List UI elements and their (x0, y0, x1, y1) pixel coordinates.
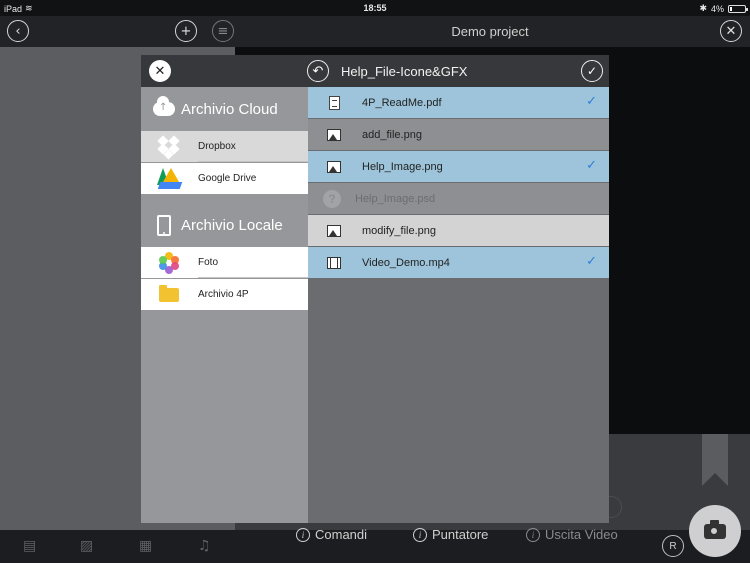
image-icon (327, 160, 341, 174)
file-name: Video_Demo.mp4 (362, 256, 450, 269)
source-label: Dropbox (198, 141, 236, 152)
info-icon: i (526, 527, 540, 542)
file-row[interactable]: ? Help_Image.psd (308, 183, 609, 214)
back-folder-button[interactable]: ↶ (307, 60, 329, 82)
source-foto[interactable]: Foto (141, 247, 308, 278)
uscita-video-button[interactable]: i Uscita Video (526, 527, 618, 542)
source-label: Archivio 4P (198, 289, 249, 300)
source-label: Google Drive (198, 173, 257, 184)
divider (198, 277, 308, 278)
list-icon: ≡ (217, 23, 229, 39)
section-cloud: ↑ Archivio Cloud (141, 87, 308, 131)
puntatore-label: Puntatore (432, 527, 489, 542)
music-tab-icon[interactable]: ♫ (198, 538, 211, 554)
source-label: Foto (198, 257, 219, 268)
unknown-file-icon: ? (323, 189, 341, 208)
camera-button[interactable] (689, 505, 741, 557)
photos-icon (155, 251, 183, 274)
file-row[interactable]: Help_Image.png ✓ (308, 151, 609, 182)
battery-icon (728, 4, 748, 13)
source-dropbox[interactable]: Dropbox (141, 131, 308, 162)
section-label: Archivio Locale (181, 216, 283, 234)
project-title: Demo project (451, 24, 529, 39)
folder-icon (155, 284, 183, 306)
section-label: Archivio Cloud (181, 100, 278, 118)
section-local: Archivio Locale (141, 203, 308, 247)
cloud-icon: ↑ (153, 96, 175, 120)
source-google-drive[interactable]: Google Drive (141, 163, 308, 194)
selected-check-icon: ✓ (586, 254, 597, 269)
app-bar: ‹ + ≡ Demo project ✕ (0, 16, 750, 47)
tablet-icon (153, 214, 175, 236)
selected-check-icon: ✓ (586, 94, 597, 109)
file-list: 4P_ReadMe.pdf ✓ add_file.png Help_Image.… (308, 87, 609, 523)
uscita-video-label: Uscita Video (545, 527, 618, 542)
document-tab-icon[interactable]: ▤ (23, 538, 36, 554)
camera-icon (704, 519, 726, 539)
info-icon: i (413, 527, 427, 542)
status-bar: iPad ≋ 18:55 ✱ 4% (0, 0, 750, 16)
puntatore-button[interactable]: i Puntatore (413, 527, 488, 542)
plus-icon: + (180, 23, 192, 39)
close-button[interactable]: ✕ (149, 60, 171, 82)
file-name: Help_Image.png (362, 160, 443, 173)
video-tab-icon[interactable]: ▦ (139, 538, 152, 554)
check-icon: ✓ (586, 64, 598, 78)
confirm-button[interactable]: ✓ (581, 60, 603, 82)
tools-icon: ✕ (725, 23, 737, 39)
comandi-button[interactable]: i Comandi (296, 527, 367, 542)
menu-button[interactable]: ≡ (212, 20, 234, 42)
file-name: 4P_ReadMe.pdf (362, 96, 442, 109)
back-button[interactable]: ‹ (7, 20, 29, 42)
add-button[interactable]: + (175, 20, 197, 42)
undo-icon: ↶ (312, 63, 324, 79)
comandi-label: Comandi (315, 527, 368, 542)
video-icon (327, 256, 341, 270)
close-icon: ✕ (154, 63, 166, 79)
modal-title: Help_File-Icone&GFX (341, 64, 468, 79)
tools-button[interactable]: ✕ (720, 20, 742, 42)
file-row[interactable]: add_file.png (308, 119, 609, 150)
file-name: modify_file.png (362, 224, 436, 237)
file-name: add_file.png (362, 128, 422, 141)
bottom-bar (0, 530, 750, 563)
document-icon (327, 95, 341, 110)
file-name: Help_Image.psd (355, 192, 436, 205)
modal-header: ✕ ↶ Help_File-Icone&GFX ✓ (141, 55, 609, 87)
clock: 18:55 (363, 3, 387, 13)
image-tab-icon[interactable]: ▨ (80, 538, 93, 554)
r-button[interactable]: R (662, 535, 684, 557)
source-archivio-4p[interactable]: Archivio 4P (141, 279, 308, 310)
chevron-left-icon: ‹ (15, 23, 21, 39)
divider (198, 161, 308, 162)
source-list: ↑ Archivio Cloud Dropbox Google Drive Ar… (141, 87, 308, 523)
file-row[interactable]: 4P_ReadMe.pdf ✓ (308, 87, 609, 118)
bluetooth-icon: ✱ (699, 3, 707, 13)
google-drive-icon (155, 168, 183, 190)
selected-check-icon: ✓ (586, 158, 597, 173)
image-icon (327, 224, 341, 238)
dropbox-icon (155, 134, 183, 159)
file-picker-modal: ✕ ↶ Help_File-Icone&GFX ✓ ↑ Archivio Clo… (141, 55, 609, 523)
battery-percent: 4% (710, 3, 724, 14)
image-icon (327, 128, 341, 142)
file-row[interactable]: Video_Demo.mp4 ✓ (308, 247, 609, 278)
info-icon: i (296, 527, 310, 542)
file-row[interactable]: modify_file.png (308, 215, 609, 246)
